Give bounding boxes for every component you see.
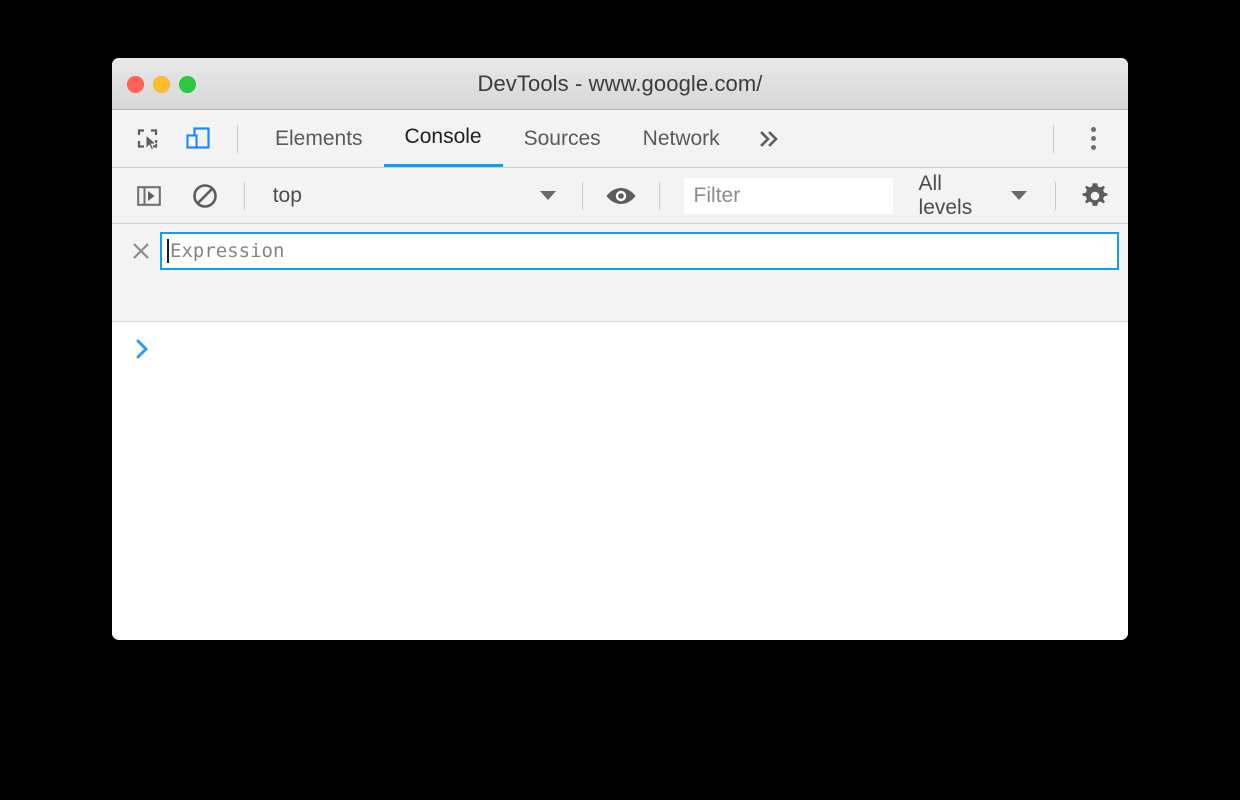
tab-list: Elements Console Sources Network [254, 110, 801, 167]
context-selector-value: top [272, 183, 302, 207]
live-expression-placeholder: Expression [170, 240, 285, 262]
toolbar-divider-4 [1055, 181, 1057, 210]
kebab-dot [1090, 136, 1096, 141]
filter-input[interactable] [683, 177, 893, 214]
live-expression-pane: Expression [112, 224, 1128, 322]
console-sidebar-icon[interactable] [126, 173, 172, 219]
close-icon[interactable] [122, 232, 160, 270]
live-expression-row: Expression [112, 224, 1128, 270]
kebab-dot [1090, 145, 1096, 150]
console-toolbar-right [1039, 173, 1128, 219]
more-tabs-chevron-icon[interactable] [741, 110, 801, 167]
text-cursor [167, 239, 169, 263]
clear-console-icon[interactable] [182, 173, 228, 219]
tab-elements-label: Elements [275, 126, 363, 150]
tabbar-right-divider [1053, 124, 1054, 153]
device-toolbar-icon[interactable] [175, 116, 221, 162]
tab-sources-label: Sources [523, 126, 601, 150]
live-expression-input[interactable]: Expression [160, 232, 1119, 270]
tab-network-label: Network [642, 126, 720, 150]
tab-sources[interactable]: Sources [503, 110, 622, 167]
tabbar-divider [237, 124, 238, 153]
inspect-element-icon[interactable] [125, 116, 171, 162]
tab-network[interactable]: Network [622, 110, 741, 167]
console-prompt-row[interactable] [112, 322, 1128, 360]
chevron-down-icon [539, 191, 556, 200]
toolbar-divider-3 [658, 181, 660, 210]
console-toolbar: top All levels [112, 168, 1128, 224]
chevron-down-icon [1011, 191, 1028, 200]
gear-icon[interactable] [1072, 173, 1118, 219]
log-level-selector[interactable]: All levels [907, 172, 1039, 219]
tab-console-label: Console [404, 125, 482, 148]
customize-and-control-devtools-icon[interactable] [1070, 116, 1116, 162]
window-titlebar: DevTools - www.google.com/ [112, 58, 1128, 110]
kebab-dot [1090, 127, 1096, 132]
devtools-tabbar: Elements Console Sources Network [112, 110, 1128, 168]
console-prompt-chevron-icon [134, 338, 150, 360]
devtools-window: DevTools - www.google.com/ Elements Cons… [112, 58, 1128, 640]
javascript-context-selector[interactable]: top [261, 178, 566, 214]
tab-elements[interactable]: Elements [254, 110, 384, 167]
tabbar-right-group [1037, 116, 1128, 162]
toolbar-divider-1 [243, 181, 245, 210]
log-level-value: All levels [918, 171, 973, 219]
console-output-area[interactable] [112, 322, 1128, 638]
create-live-expression-eye-icon[interactable] [599, 173, 643, 219]
toolbar-divider-2 [581, 181, 583, 210]
tab-console[interactable]: Console [383, 110, 503, 167]
window-title: DevTools - www.google.com/ [477, 71, 763, 96]
